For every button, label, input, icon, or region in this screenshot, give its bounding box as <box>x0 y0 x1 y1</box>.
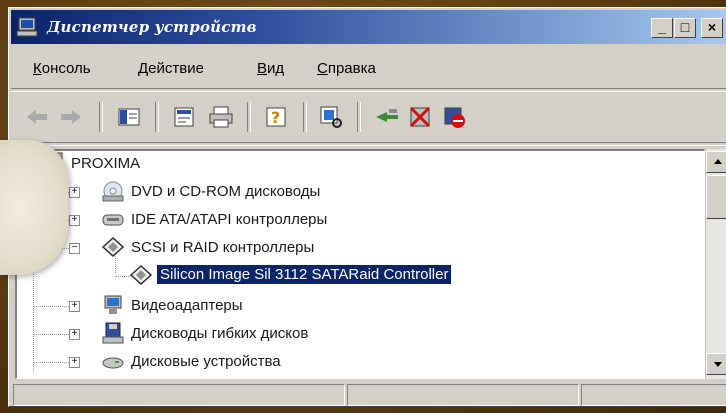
maximize-button[interactable]: □ <box>674 18 696 38</box>
expand-icon[interactable]: + <box>69 329 80 340</box>
scroll-down-button[interactable] <box>706 353 726 375</box>
tree-item-video[interactable]: + Видеоадаптеры <box>17 293 697 319</box>
arrow-down-icon <box>714 362 722 367</box>
status-panel-3 <box>581 384 726 406</box>
expand-icon[interactable]: + <box>69 215 80 226</box>
menu-console-label: онсоль <box>41 60 91 77</box>
status-panel-1 <box>13 384 345 406</box>
menu-view[interactable]: Вид <box>257 60 284 77</box>
tree-item-label: SCSI и RAID контроллеры <box>131 239 315 256</box>
scan-hardware-icon[interactable] <box>317 104 345 130</box>
tree-item-label: IDE ATA/ATAPI контроллеры <box>131 211 328 228</box>
tree-item-dvd[interactable]: + DVD и CD-ROM дисководы <box>17 179 697 205</box>
display-adapter-icon <box>104 295 122 314</box>
tree-item-disk[interactable]: + Дисковые устройства <box>17 349 697 375</box>
toolbar-separator <box>247 102 251 132</box>
scroll-up-button[interactable] <box>706 151 726 173</box>
menu-help[interactable]: Справка <box>317 60 376 77</box>
computer-icon <box>17 17 38 37</box>
back-icon[interactable] <box>23 104 51 130</box>
expand-icon[interactable]: + <box>69 357 80 368</box>
device-manager-window: Диспетчер устройств _ □ × Консоль Действ… <box>8 7 726 407</box>
help-icon[interactable]: ? <box>263 104 291 130</box>
tree-item-ide[interactable]: + IDE ATA/ATAPI контроллеры <box>17 207 697 233</box>
ide-controller-icon <box>102 214 124 226</box>
pointing-hand <box>0 140 68 275</box>
window-title: Диспетчер устройств <box>47 18 257 36</box>
status-bar <box>11 384 726 406</box>
tree-item-label: DVD и CD-ROM дисководы <box>131 183 321 200</box>
forward-icon[interactable] <box>57 104 85 130</box>
toolbar-separator <box>99 102 103 132</box>
close-button[interactable]: × <box>701 18 723 38</box>
tree-item-silicon-image[interactable]: Silicon Image Sil 3112 SATARaid Controll… <box>17 263 697 289</box>
device-tree[interactable]: − PROXIMA + DVD и CD-ROM дисководы + <box>15 149 705 379</box>
menu-view-accel: В <box>257 60 268 77</box>
scsi-device-icon <box>129 264 153 286</box>
tree-item-scsi[interactable]: − SCSI и RAID контроллеры <box>17 235 697 261</box>
tree-item-label: Дисководы гибких дисков <box>131 325 309 342</box>
menu-console[interactable]: Консоль <box>33 60 91 77</box>
tree-root-label: PROXIMA <box>71 155 141 172</box>
update-driver-icon[interactable] <box>373 104 401 130</box>
menu-console-accel: К <box>33 60 42 77</box>
dvd-drive-icon <box>102 181 124 202</box>
properties-icon[interactable] <box>171 104 199 130</box>
toolbar-separator <box>155 102 159 132</box>
uninstall-icon[interactable] <box>407 104 435 130</box>
floppy-drive-icon <box>102 322 124 344</box>
expand-icon[interactable]: + <box>69 187 80 198</box>
disk-drive-icon <box>102 357 124 369</box>
menu-bar: Консоль Действие Вид Справка <box>11 52 726 82</box>
tree-item-label: Видеоадаптеры <box>131 297 243 314</box>
title-bar[interactable]: Диспетчер устройств _ □ × <box>11 10 726 44</box>
scsi-controller-icon <box>101 236 125 258</box>
vertical-scrollbar[interactable] <box>705 149 726 379</box>
toolbar-separator <box>357 102 361 132</box>
scroll-thumb[interactable] <box>706 175 726 219</box>
toolbar: ? <box>11 94 726 140</box>
menu-action-label: ействие <box>148 60 204 77</box>
print-icon[interactable] <box>207 104 235 130</box>
arrow-up-icon <box>714 159 722 164</box>
menu-view-label: ид <box>267 60 285 77</box>
toolbar-separator <box>303 102 307 132</box>
menu-separator <box>11 88 726 92</box>
expand-icon[interactable]: + <box>69 301 80 312</box>
toolbar-separator-bottom <box>11 142 726 146</box>
tree-root-row[interactable]: − PROXIMA <box>17 151 697 177</box>
selected-device-label: Silicon Image Sil 3112 SATARaid Controll… <box>157 265 452 284</box>
show-hide-console-tree-icon[interactable] <box>115 104 143 130</box>
svg-text:?: ? <box>271 108 280 127</box>
collapse-icon[interactable]: − <box>69 243 80 254</box>
disable-icon[interactable] <box>441 104 469 130</box>
menu-help-accel: С <box>317 60 328 77</box>
menu-action-accel: Д <box>138 60 149 77</box>
menu-help-label: правка <box>327 60 376 77</box>
status-panel-2 <box>347 384 579 406</box>
menu-action[interactable]: Действие <box>138 60 204 77</box>
tree-item-floppy[interactable]: + Дисководы гибких дисков <box>17 321 697 347</box>
tree-item-label: Дисковые устройства <box>131 353 281 370</box>
minimize-button[interactable]: _ <box>651 18 673 38</box>
